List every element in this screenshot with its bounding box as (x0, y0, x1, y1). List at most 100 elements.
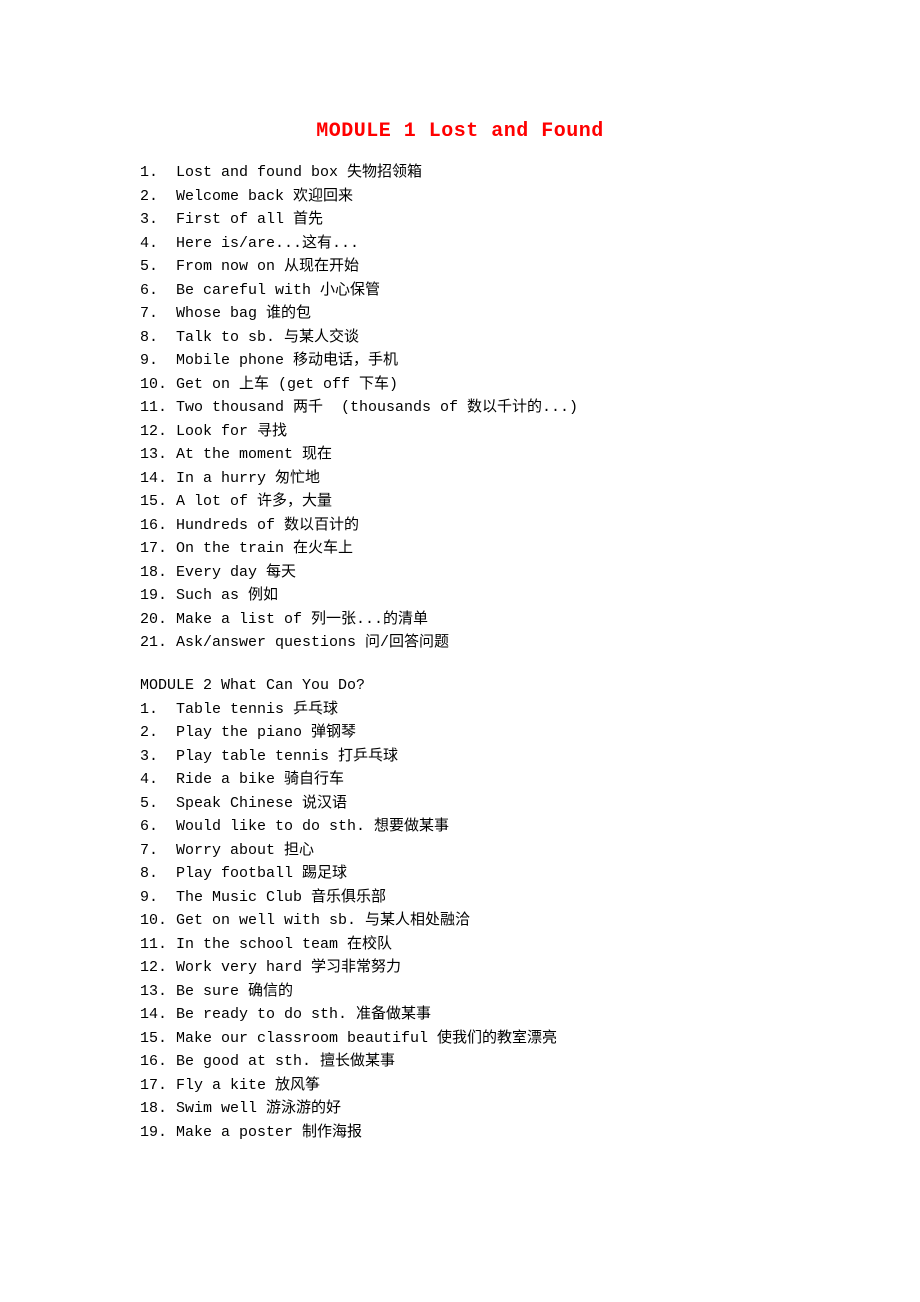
list-item: 10.Get on well with sb. 与某人相处融洽 (140, 909, 780, 933)
item-text: Table tennis 乒乓球 (176, 701, 338, 718)
item-text: Fly a kite 放风筝 (176, 1077, 320, 1094)
item-number: 6. (140, 815, 176, 839)
item-text: Be sure 确信的 (176, 983, 293, 1000)
item-number: 20. (140, 608, 176, 632)
list-item: 15.Make our classroom beautiful 使我们的教室漂亮 (140, 1027, 780, 1051)
item-number: 18. (140, 561, 176, 585)
item-number: 11. (140, 933, 176, 957)
list-item: 13.Be sure 确信的 (140, 980, 780, 1004)
item-number: 19. (140, 1121, 176, 1145)
item-text: The Music Club 音乐俱乐部 (176, 889, 386, 906)
item-number: 18. (140, 1097, 176, 1121)
item-text: Here is/are...这有... (176, 235, 359, 252)
item-number: 1. (140, 698, 176, 722)
item-text: Such as 例如 (176, 587, 278, 604)
list-item: 12.Look for 寻找 (140, 420, 780, 444)
item-text: From now on 从现在开始 (176, 258, 359, 275)
list-item: 16.Hundreds of 数以百计的 (140, 514, 780, 538)
list-item: 12.Work very hard 学习非常努力 (140, 956, 780, 980)
item-number: 14. (140, 1003, 176, 1027)
list-item: 18.Swim well 游泳游的好 (140, 1097, 780, 1121)
item-text: Speak Chinese 说汉语 (176, 795, 347, 812)
item-number: 10. (140, 909, 176, 933)
list-item: 11.In the school team 在校队 (140, 933, 780, 957)
item-text: Welcome back 欢迎回来 (176, 188, 353, 205)
list-item: 16.Be good at sth. 擅长做某事 (140, 1050, 780, 1074)
list-item: 3. Play table tennis 打乒乓球 (140, 745, 780, 769)
item-number: 13. (140, 443, 176, 467)
page-title: MODULE 1 Lost and Found (140, 120, 780, 143)
item-text: Be ready to do sth. 准备做某事 (176, 1006, 431, 1023)
item-number: 17. (140, 1074, 176, 1098)
list-item: 18.Every day 每天 (140, 561, 780, 585)
list-item: 7. Whose bag 谁的包 (140, 302, 780, 326)
item-text: Make a poster 制作海报 (176, 1124, 362, 1141)
list-item: 4. Ride a bike 骑自行车 (140, 768, 780, 792)
list-item: 1. Lost and found box 失物招领箱 (140, 161, 780, 185)
item-number: 8. (140, 326, 176, 350)
item-number: 16. (140, 514, 176, 538)
item-text: Make our classroom beautiful 使我们的教室漂亮 (176, 1030, 557, 1047)
list-item: 6. Would like to do sth. 想要做某事 (140, 815, 780, 839)
item-number: 5. (140, 792, 176, 816)
list-item: 10.Get on 上车 (get off 下车) (140, 373, 780, 397)
item-text: Would like to do sth. 想要做某事 (176, 818, 449, 835)
item-text: Whose bag 谁的包 (176, 305, 311, 322)
item-text: Swim well 游泳游的好 (176, 1100, 341, 1117)
item-number: 15. (140, 490, 176, 514)
list-item: 19.Such as 例如 (140, 584, 780, 608)
item-number: 9. (140, 349, 176, 373)
item-text: First of all 首先 (176, 211, 323, 228)
item-text: At the moment 现在 (176, 446, 332, 463)
item-text: Two thousand 两千 (thousands of 数以千计的...) (176, 399, 578, 416)
item-number: 12. (140, 956, 176, 980)
list-item: 20.Make a list of 列一张...的清单 (140, 608, 780, 632)
item-text: Play football 踢足球 (176, 865, 347, 882)
list-item: 8. Talk to sb. 与某人交谈 (140, 326, 780, 350)
item-number: 21. (140, 631, 176, 655)
item-text: Be careful with 小心保管 (176, 282, 380, 299)
item-text: Mobile phone 移动电话，手机 (176, 352, 398, 369)
list-item: 2. Welcome back 欢迎回来 (140, 185, 780, 209)
item-number: 13. (140, 980, 176, 1004)
module1-list: 1. Lost and found box 失物招领箱2. Welcome ba… (140, 161, 780, 655)
list-item: 9. The Music Club 音乐俱乐部 (140, 886, 780, 910)
list-item: 5. Speak Chinese 说汉语 (140, 792, 780, 816)
document-page: MODULE 1 Lost and Found 1. Lost and foun… (0, 0, 920, 1144)
item-number: 12. (140, 420, 176, 444)
item-number: 5. (140, 255, 176, 279)
item-text: Worry about 担心 (176, 842, 314, 859)
list-item: 8. Play football 踢足球 (140, 862, 780, 886)
list-item: 15.A lot of 许多，大量 (140, 490, 780, 514)
item-text: Lost and found box 失物招领箱 (176, 164, 422, 181)
item-number: 7. (140, 839, 176, 863)
item-number: 19. (140, 584, 176, 608)
item-number: 17. (140, 537, 176, 561)
item-number: 3. (140, 208, 176, 232)
item-number: 2. (140, 721, 176, 745)
list-item: 13.At the moment 现在 (140, 443, 780, 467)
item-number: 3. (140, 745, 176, 769)
item-number: 7. (140, 302, 176, 326)
module2-list: 1. Table tennis 乒乓球2. Play the piano 弹钢琴… (140, 698, 780, 1145)
item-text: Make a list of 列一张...的清单 (176, 611, 428, 628)
list-item: 21.Ask/answer questions 问/回答问题 (140, 631, 780, 655)
item-text: Be good at sth. 擅长做某事 (176, 1053, 395, 1070)
list-item: 5. From now on 从现在开始 (140, 255, 780, 279)
item-text: Look for 寻找 (176, 423, 287, 440)
item-number: 11. (140, 396, 176, 420)
list-item: 6. Be careful with 小心保管 (140, 279, 780, 303)
item-number: 2. (140, 185, 176, 209)
item-number: 9. (140, 886, 176, 910)
item-text: Talk to sb. 与某人交谈 (176, 329, 359, 346)
item-text: Ask/answer questions 问/回答问题 (176, 634, 449, 651)
list-item: 1. Table tennis 乒乓球 (140, 698, 780, 722)
item-text: In a hurry 匆忙地 (176, 470, 320, 487)
item-number: 15. (140, 1027, 176, 1051)
item-text: Get on 上车 (get off 下车) (176, 376, 398, 393)
item-number: 4. (140, 232, 176, 256)
list-item: 14.Be ready to do sth. 准备做某事 (140, 1003, 780, 1027)
list-item: 9. Mobile phone 移动电话，手机 (140, 349, 780, 373)
list-item: 3. First of all 首先 (140, 208, 780, 232)
item-number: 4. (140, 768, 176, 792)
